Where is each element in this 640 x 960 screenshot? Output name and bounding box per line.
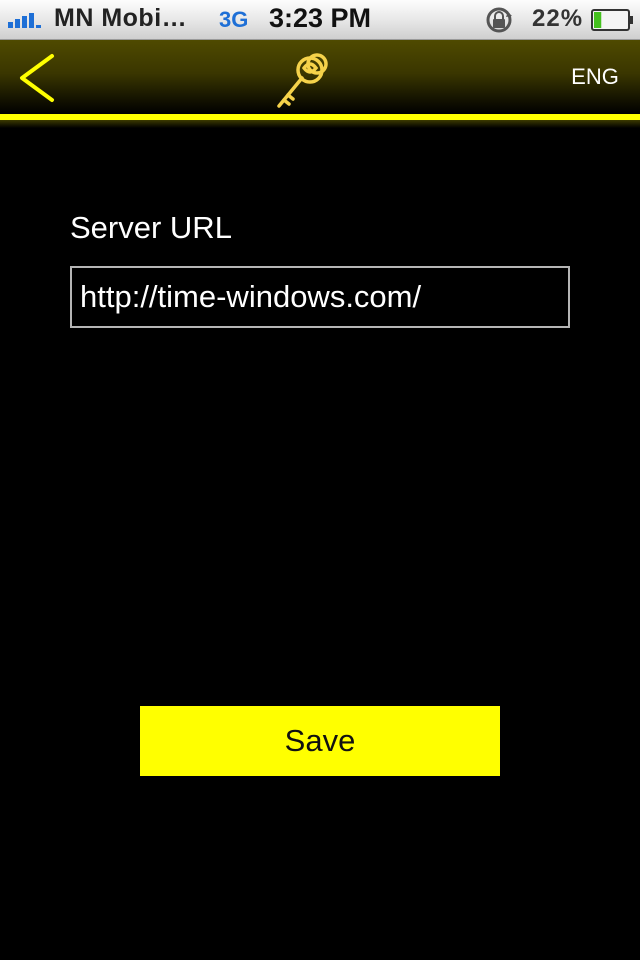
navbar-shadow — [0, 120, 640, 128]
server-url-input[interactable] — [70, 266, 570, 328]
language-button[interactable]: ENG — [560, 64, 630, 90]
key-icon — [277, 53, 328, 108]
battery-percent: 22% — [532, 5, 584, 32]
save-button[interactable]: Save — [140, 706, 500, 776]
battery-level-fill — [594, 12, 602, 28]
back-button[interactable] — [14, 50, 62, 106]
rotation-lock-icon — [486, 7, 512, 33]
status-bar: MN Mobi… 3G 3:23 PM 22% — [0, 0, 640, 40]
server-url-label: Server URL — [70, 210, 232, 245]
battery-icon — [591, 9, 633, 31]
chevron-left-icon — [20, 54, 54, 102]
